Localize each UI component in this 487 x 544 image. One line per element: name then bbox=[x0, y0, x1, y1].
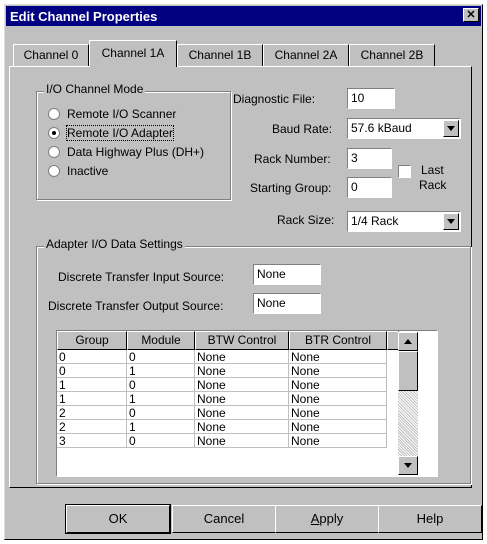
apply-label-rest: pply bbox=[319, 511, 344, 526]
tab-channel-1b[interactable]: Channel 1B bbox=[177, 44, 263, 66]
diagnostic-file-input[interactable]: 10 bbox=[347, 88, 395, 109]
table-cell[interactable]: None bbox=[195, 350, 289, 364]
column-header-group[interactable]: Group bbox=[57, 331, 127, 350]
table-row[interactable]: 1 1 None None bbox=[57, 392, 395, 406]
apply-button[interactable]: Apply bbox=[275, 505, 379, 533]
table-cell[interactable]: None bbox=[195, 378, 289, 392]
close-button[interactable]: ✕ bbox=[463, 8, 479, 22]
table-row[interactable]: 2 0 None None bbox=[57, 406, 395, 420]
radio-button[interactable] bbox=[48, 146, 60, 158]
table-cell[interactable]: 1 bbox=[127, 364, 195, 378]
arrow-up-icon[interactable] bbox=[398, 332, 418, 351]
table-cell[interactable]: 2 bbox=[57, 420, 127, 434]
table-cell[interactable]: None bbox=[289, 420, 387, 434]
close-icon: ✕ bbox=[466, 9, 476, 21]
radio-button[interactable] bbox=[48, 108, 60, 120]
table-cell[interactable]: 1 bbox=[57, 392, 127, 406]
table-cell[interactable]: 0 bbox=[57, 350, 127, 364]
rack-size-select[interactable]: 1/4 Rack bbox=[347, 211, 461, 232]
table-cell[interactable]: None bbox=[195, 406, 289, 420]
io-data-table[interactable]: Group Module BTW Control BTR Control 00N… bbox=[56, 330, 438, 477]
chevron-down-icon[interactable] bbox=[443, 213, 459, 230]
title-bar: Edit Channel Properties ✕ bbox=[6, 6, 481, 26]
adapter-io-data-settings-title: Adapter I/O Data Settings bbox=[44, 237, 185, 251]
table-cell[interactable]: 1 bbox=[57, 378, 127, 392]
table-cell[interactable]: 0 bbox=[57, 364, 127, 378]
tab-channel-1a[interactable]: Channel 1A bbox=[89, 40, 177, 67]
baud-rate-value: 57.6 kBaud bbox=[351, 121, 412, 135]
table-cell[interactable]: None bbox=[289, 406, 387, 420]
column-header-module[interactable]: Module bbox=[127, 331, 195, 350]
tab-channel-2a[interactable]: Channel 2A bbox=[263, 44, 349, 66]
scrollbar-thumb[interactable] bbox=[398, 351, 418, 391]
table-vertical-scrollbar[interactable] bbox=[398, 332, 418, 475]
radio-label: Remote I/O Adapter bbox=[65, 125, 175, 141]
last-rack-label-line2: Rack bbox=[419, 178, 447, 192]
rack-size-label: Rack Size: bbox=[277, 213, 335, 227]
ok-button[interactable]: OK bbox=[65, 504, 171, 534]
table-cell[interactable]: None bbox=[289, 392, 387, 406]
tab-channel-2b[interactable]: Channel 2B bbox=[349, 44, 435, 66]
column-header-btw-control[interactable]: BTW Control bbox=[195, 331, 289, 350]
input-source-input[interactable]: None bbox=[253, 264, 321, 285]
diagnostic-file-label: Diagnostic File: bbox=[233, 92, 316, 106]
radio-button-selected[interactable] bbox=[48, 127, 60, 139]
last-rack-label-line1: Last bbox=[421, 163, 444, 177]
radio-label: Inactive bbox=[67, 164, 109, 178]
table-cell[interactable]: None bbox=[195, 420, 289, 434]
table-cell[interactable]: 0 bbox=[127, 406, 195, 420]
table-row[interactable]: 1 0 None None bbox=[57, 378, 395, 392]
table-cell[interactable]: None bbox=[195, 364, 289, 378]
column-header-btr-control[interactable]: BTR Control bbox=[289, 331, 387, 350]
window-title: Edit Channel Properties bbox=[10, 9, 158, 24]
table-cell[interactable]: 1 bbox=[127, 392, 195, 406]
table-cell[interactable]: None bbox=[289, 364, 387, 378]
cancel-button[interactable]: Cancel bbox=[172, 505, 276, 533]
radio-label: Remote I/O Scanner bbox=[67, 107, 177, 121]
starting-group-label: Starting Group: bbox=[250, 181, 332, 195]
radio-button[interactable] bbox=[48, 165, 60, 177]
table-row[interactable]: 3 0 None None bbox=[57, 434, 395, 448]
table-cell[interactable]: 0 bbox=[127, 434, 195, 448]
table-cell[interactable]: None bbox=[195, 434, 289, 448]
input-source-label: Discrete Transfer Input Source: bbox=[58, 270, 225, 284]
baud-rate-label: Baud Rate: bbox=[272, 122, 333, 136]
table-cell[interactable]: None bbox=[289, 434, 387, 448]
arrow-down-icon[interactable] bbox=[398, 456, 418, 475]
table-row[interactable]: 0 0 None None bbox=[57, 350, 395, 364]
table-cell[interactable]: None bbox=[195, 392, 289, 406]
chevron-down-icon[interactable] bbox=[443, 120, 459, 137]
table-cell[interactable]: 0 bbox=[127, 350, 195, 364]
last-rack-checkbox[interactable] bbox=[398, 165, 411, 178]
output-source-label: Discrete Transfer Output Source: bbox=[48, 299, 224, 313]
baud-rate-select[interactable]: 57.6 kBaud bbox=[347, 118, 461, 139]
output-source-input[interactable]: None bbox=[253, 293, 321, 314]
table-cell[interactable]: 2 bbox=[57, 406, 127, 420]
table-row[interactable]: 2 1 None None bbox=[57, 420, 395, 434]
starting-group-input[interactable]: 0 bbox=[347, 177, 392, 198]
rack-size-value: 1/4 Rack bbox=[351, 214, 399, 228]
help-button[interactable]: Help bbox=[378, 505, 482, 533]
table-row[interactable]: 0 1 None None bbox=[57, 364, 395, 378]
tab-channel-0[interactable]: Channel 0 bbox=[13, 44, 89, 66]
table-cell[interactable]: 0 bbox=[127, 378, 195, 392]
rack-number-label: Rack Number: bbox=[254, 152, 331, 166]
table-cell[interactable]: None bbox=[289, 350, 387, 364]
table-cell[interactable]: None bbox=[289, 378, 387, 392]
table-cell[interactable]: 1 bbox=[127, 420, 195, 434]
io-channel-mode-title: I/O Channel Mode bbox=[44, 82, 146, 96]
radio-label: Data Highway Plus (DH+) bbox=[67, 145, 205, 159]
rack-number-input[interactable]: 3 bbox=[347, 148, 392, 169]
table-cell[interactable]: 3 bbox=[57, 434, 127, 448]
